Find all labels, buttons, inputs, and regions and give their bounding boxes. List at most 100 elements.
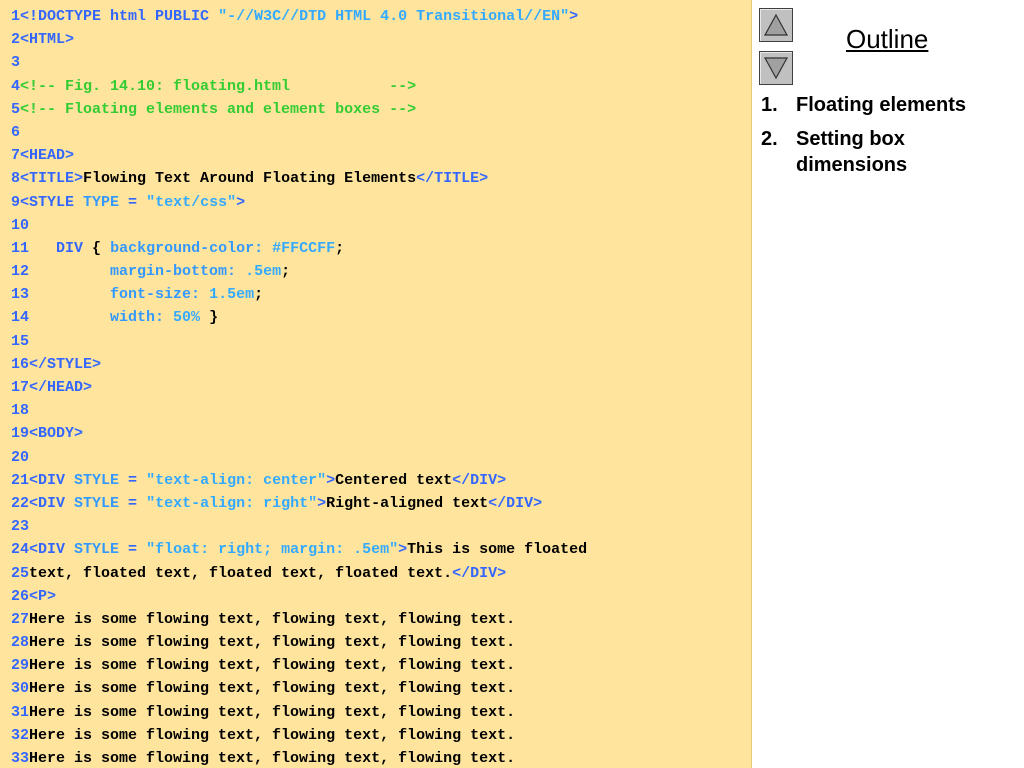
line-number: 27: [11, 610, 30, 628]
code-line: 15: [11, 330, 587, 353]
line-number: 25: [11, 564, 30, 582]
code-token: STYLE: [74, 494, 120, 512]
code-token: <BODY>: [29, 425, 84, 443]
code-line: 25text, floated text, floated text, floa…: [11, 562, 587, 585]
code-token: =: [119, 541, 147, 559]
triangle-up-icon: [763, 13, 789, 36]
line-number: 20: [11, 448, 30, 466]
code-token: Here is some flowing text, flowing text,…: [29, 610, 516, 628]
line-number: 14: [11, 309, 30, 327]
code-token: >: [326, 471, 336, 489]
outline-item-label: Floating elements: [796, 94, 967, 116]
line-number: 4: [11, 77, 21, 95]
code-token: {: [83, 239, 111, 257]
line-number: 3: [11, 54, 21, 72]
next-slide-button[interactable]: [759, 51, 793, 85]
line-number: 24: [11, 541, 30, 559]
outline-item[interactable]: 2. Setting box dimensions: [761, 126, 1019, 178]
code-line: 3: [11, 51, 587, 74]
line-number: 19: [11, 425, 30, 443]
code-listing-panel: 1<!DOCTYPE html PUBLIC "-//W3C//DTD HTML…: [0, 0, 752, 768]
code-token: Here is some flowing text, flowing text,…: [29, 634, 516, 652]
code-token: Here is some flowing text, flowing text,…: [29, 726, 516, 744]
code-line: 31Here is some flowing text, flowing tex…: [11, 701, 587, 724]
code-line: 17</HEAD>: [11, 376, 587, 399]
line-number: 12: [11, 263, 30, 281]
code-token: <TITLE>: [20, 170, 84, 188]
code-line: 4<!-- Fig. 14.10: floating.html -->: [11, 75, 587, 98]
outline-item-number: 1.: [761, 94, 778, 116]
code-token: Here is some flowing text, flowing text,…: [29, 657, 516, 675]
code-token: width:: [110, 309, 174, 327]
code-line: 19<BODY>: [11, 422, 587, 445]
code-line: 32Here is some flowing text, flowing tex…: [11, 724, 587, 747]
code-token: "float: right; margin: .5em": [146, 541, 399, 559]
code-line: 30Here is some flowing text, flowing tex…: [11, 677, 587, 700]
code-token: Centered text: [335, 471, 453, 489]
code-token: 50%: [173, 309, 201, 327]
triangle-down-icon: [763, 57, 789, 80]
code-token: ;: [254, 286, 264, 304]
line-number: 28: [11, 634, 30, 652]
code-line: 20: [11, 446, 587, 469]
line-number: 21: [11, 471, 30, 489]
line-number: 8: [11, 170, 21, 188]
code-token: ;: [281, 263, 291, 281]
line-number: 6: [11, 123, 21, 141]
code-token: background-color:: [110, 239, 273, 257]
code-token: text, floated text, floated text, floate…: [29, 564, 453, 582]
code-line: 24<DIV STYLE = "float: right; margin: .5…: [11, 538, 587, 561]
line-number: 33: [11, 750, 30, 767]
code-token: "-//W3C//DTD HTML 4.0 Transitional//EN": [218, 8, 570, 25]
code-token: </TITLE>: [416, 170, 489, 188]
code-line: 13 font-size: 1.5em;: [11, 283, 587, 306]
code-token: "text-align: right": [146, 494, 318, 512]
line-number: 32: [11, 726, 30, 744]
code-token: <!-- Floating elements and element boxes…: [20, 100, 417, 118]
outline-title[interactable]: Outline: [846, 24, 928, 55]
code-line: 28Here is some flowing text, flowing tex…: [11, 631, 587, 654]
code-token: margin-bottom:: [110, 263, 246, 281]
code-line: 16</STYLE>: [11, 353, 587, 376]
code-token: Flowing Text Around Floating Elements: [83, 170, 417, 188]
code-token: <HTML>: [20, 31, 75, 49]
code-line: 23: [11, 515, 587, 538]
line-number: 5: [11, 100, 21, 118]
code-token: </HEAD>: [29, 379, 93, 396]
code-token: #FFCCFF: [272, 239, 336, 257]
code-line: 26<P>: [11, 585, 587, 608]
line-number: 15: [11, 332, 30, 350]
code-line: 21<DIV STYLE = "text-align: center">Cent…: [11, 469, 587, 492]
code-token: >: [398, 541, 408, 559]
line-number: 17: [11, 379, 30, 396]
code-line: 12 margin-bottom: .5em;: [11, 260, 587, 283]
code-line: 8<TITLE>Flowing Text Around Floating Ele…: [11, 167, 587, 190]
code-token: </DIV>: [488, 494, 543, 512]
previous-slide-button[interactable]: [759, 8, 793, 42]
code-token: <STYLE: [20, 193, 84, 211]
code-token: =: [119, 494, 147, 512]
outline-item-number: 2.: [761, 128, 778, 150]
code-line: 22<DIV STYLE = "text-align: right">Right…: [11, 492, 587, 515]
code-token: }: [200, 309, 219, 327]
outline-item[interactable]: 1. Floating elements: [761, 92, 1019, 118]
line-number: 9: [11, 193, 21, 211]
code-token: >: [317, 494, 327, 512]
line-number: 11: [11, 239, 30, 257]
code-token: STYLE: [74, 471, 120, 489]
code-line: 7<HEAD>: [11, 144, 587, 167]
code-token: </DIV>: [452, 471, 507, 489]
code-token: ;: [335, 239, 345, 257]
line-number: 23: [11, 518, 30, 536]
line-number: 7: [11, 147, 21, 165]
line-number: 1: [11, 8, 21, 25]
code-line: 27Here is some flowing text, flowing tex…: [11, 608, 587, 631]
code-token: 1.5em: [209, 286, 255, 304]
code-token: </DIV>: [452, 564, 507, 582]
code-token: <!DOCTYPE html PUBLIC: [20, 8, 219, 25]
code-line: 11 DIV { background-color: #FFCCFF;: [11, 237, 587, 260]
code-line: 18: [11, 399, 587, 422]
line-number: 13: [11, 286, 30, 304]
line-number: 29: [11, 657, 30, 675]
